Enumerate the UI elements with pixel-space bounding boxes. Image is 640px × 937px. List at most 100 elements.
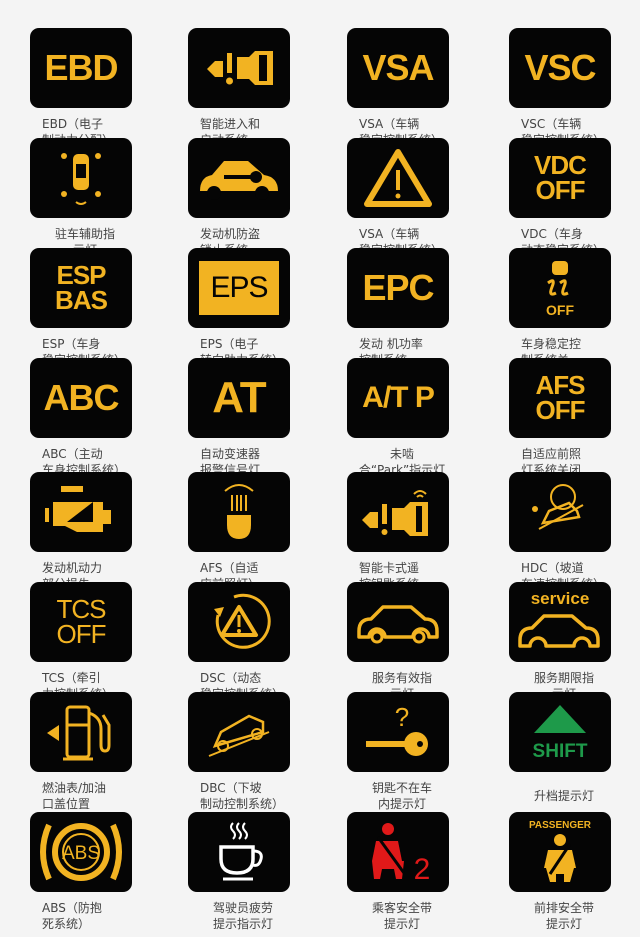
caption-line: 钥匙不在车 — [371, 781, 432, 795]
icon-text-line: ABC — [43, 376, 120, 418]
svg-text:2: 2 — [414, 853, 431, 885]
icon-text-line: EBD — [44, 46, 118, 88]
caption-line: DBC（下坡 — [200, 781, 262, 795]
caption-line: 发动机动力 — [42, 561, 103, 575]
caption-line: VDC（车身 — [521, 227, 583, 241]
warning-light-card: 2 — [347, 812, 449, 892]
caption-line: EPS（电子 — [200, 337, 259, 351]
stability-off-icon: OFF — [540, 257, 580, 319]
svg-text:ABS: ABS — [62, 843, 100, 864]
warning-light-card: ABC — [30, 358, 132, 438]
warning-light-item: 智能进入和启动系统 — [188, 28, 298, 148]
warning-light-card: PASSENGER — [509, 812, 611, 892]
caption-line: VSA（车辆 — [359, 117, 420, 131]
caption-line: AFS（自适 — [200, 561, 259, 575]
warning-light-item: SHIFT 升档提示灯 — [509, 692, 619, 804]
caption-line: 发动 机功率 — [359, 337, 423, 351]
warning-light-item: VDCOFFVDC（车身动态稳定系统） — [509, 138, 619, 258]
passenger-seatbelt-icon: PASSENGER — [512, 816, 608, 888]
warning-light-item: AFS（自适应前照灯） — [188, 472, 298, 592]
caption-line: 智能卡式遥 — [359, 561, 420, 575]
warning-light-card: TCS OFF — [30, 582, 132, 662]
caption-line: 服务有效指 — [371, 671, 432, 685]
warning-light-card: AFS OFF — [509, 358, 611, 438]
warning-light-card — [188, 28, 290, 108]
warning-light-card — [188, 472, 290, 552]
caption-line: 提示指示灯 — [212, 917, 273, 931]
warning-light-item: 驻车辅助指示灯 — [30, 138, 140, 258]
caption-line: 驾驶员疲劳 — [212, 901, 273, 915]
warning-light-item: 2 乘客安全带 提示灯 — [347, 812, 457, 932]
fuel-icon — [41, 701, 121, 763]
caption-line: EBD（电子 — [42, 117, 104, 131]
caption: 升档提示灯 — [509, 780, 619, 804]
svg-text:service: service — [531, 589, 590, 608]
warning-light-item: 发动机防盗锁止系统 — [188, 138, 298, 258]
hill-descent-icon — [525, 479, 595, 545]
caption-line: VSA（车辆 — [359, 227, 420, 241]
warning-light-card — [30, 138, 132, 218]
warning-light-card — [347, 582, 449, 662]
warning-light-item: VSAVSA（车辆稳定控制系统） — [347, 28, 457, 148]
warning-light-card: ABS — [30, 812, 132, 892]
headlight-icon — [219, 481, 259, 543]
warning-light-card: VDC OFF — [509, 138, 611, 218]
warning-light-item: AT 自动变速器 报警信号灯 — [188, 358, 298, 478]
warning-light-card — [188, 138, 290, 218]
caption-line: HDC（坡道 — [521, 561, 584, 575]
icon-text-line: EPS — [210, 270, 268, 304]
icon-text-line: EPC — [362, 266, 434, 308]
warning-light-item: 智能卡式遥控钥匙系统 — [347, 472, 457, 592]
caption-line: ABS（防抱 — [42, 901, 102, 915]
warning-light-item: DBC（下坡 制动控制系统） — [188, 692, 298, 812]
warning-light-card — [30, 692, 132, 772]
warning-light-item: PASSENGER 前排安全带 提示灯 — [509, 812, 619, 932]
engine-icon — [41, 482, 121, 542]
warning-light-item: ESPBASESP（车身稳定控制系统） — [30, 248, 140, 368]
warning-light-card — [188, 692, 290, 772]
caption: DBC（下坡 制动控制系统） — [188, 780, 298, 812]
warning-light-card: ? — [347, 692, 449, 772]
caption-line: ESP（车身 — [42, 337, 101, 351]
warning-light-card — [509, 472, 611, 552]
warning-light-card: ESP BAS — [30, 248, 132, 328]
warning-light-item: EPC发动 机功率控制系统 — [347, 248, 457, 368]
caption: ABS（防抱 死系统） — [30, 900, 140, 932]
abs-icon: ABS — [33, 817, 129, 887]
eps-box: EPS — [199, 261, 279, 315]
caption-line: ABC（主动 — [42, 447, 103, 461]
warning-light-card: EPC — [347, 248, 449, 328]
icon-text-line: OFF — [56, 619, 107, 649]
warning-light-item: AFS OFF 自适应前照 灯系统关闭 — [509, 358, 619, 478]
svg-text:OFF: OFF — [546, 302, 574, 318]
smart-key-icon — [358, 482, 438, 542]
caption-line: TCS（牵引 — [42, 671, 101, 685]
service-car-icon: service — [512, 586, 608, 658]
caption: 乘客安全带 提示灯 — [347, 900, 457, 932]
caption: 钥匙不在车 内提示灯 — [347, 780, 457, 812]
warning-light-card — [347, 472, 449, 552]
smart-entry-icon — [199, 43, 279, 93]
caption-line: VSC（车辆 — [521, 117, 582, 131]
caption-line: 升档提示灯 — [533, 789, 594, 803]
caption-line: DSC（动态 — [200, 671, 262, 685]
warning-light-item: 发动机动力部分损失 — [30, 472, 140, 592]
warning-light-card — [188, 582, 290, 662]
warning-light-card — [30, 472, 132, 552]
caption-line: 死系统） — [42, 917, 91, 931]
svg-text:?: ? — [395, 702, 409, 732]
parking-assist-icon — [56, 146, 106, 210]
dsc-icon — [204, 587, 274, 657]
icon-text-line: OFF — [535, 395, 586, 425]
warning-light-card: VSC — [509, 28, 611, 108]
caption: 燃油表/加油 口盖位置 — [30, 780, 140, 812]
warning-light-item: ABC ABC（主动 车身控制系统） — [30, 358, 140, 478]
warning-light-item: EBDEBD（电子制动力分配） — [30, 28, 140, 148]
warning-light-item: 服务有效指示灯 — [347, 582, 457, 702]
warning-light-card: EBD — [30, 28, 132, 108]
warning-light-card: service — [509, 582, 611, 662]
icon-text-line: BAS — [55, 285, 108, 315]
warning-light-card: VSA — [347, 28, 449, 108]
warning-light-item: VSA（车辆稳定控制系统） — [347, 138, 457, 258]
icon-text-line: A/T P — [362, 380, 435, 414]
